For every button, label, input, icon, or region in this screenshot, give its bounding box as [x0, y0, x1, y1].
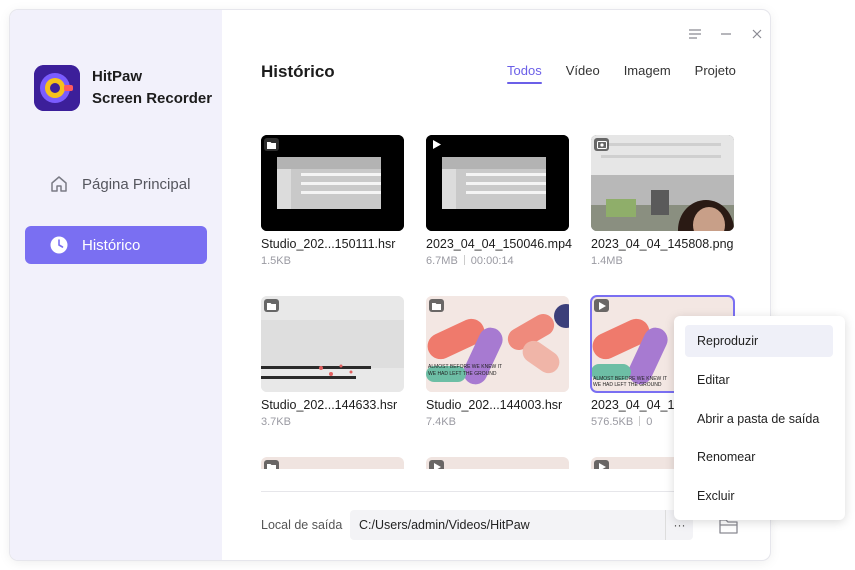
office-photo-image: [591, 135, 734, 231]
sidebar-item-label: Página Principal: [82, 175, 191, 193]
file-name: Studio_202...144633.hsr: [261, 398, 398, 412]
file-size: 3.7KB: [261, 416, 291, 428]
file-size: 1.4MB: [591, 255, 623, 267]
thumb-caption-line1: ALMOST BEFORE WE KNEW IT: [428, 364, 502, 370]
file-size: 576.5KB: [591, 416, 634, 428]
file-meta: 1.5KB: [261, 255, 404, 267]
sidebar-item-label: Histórico: [82, 236, 141, 254]
file-card[interactable]: ALMOST BEFORE WE KNEW IT WE HAD LEFT THE…: [426, 296, 569, 428]
divider: [261, 491, 731, 492]
file-thumbnail[interactable]: [426, 457, 569, 469]
output-path-field[interactable]: C:/Users/admin/Videos/HitPaw: [350, 510, 665, 540]
file-meta: 3.7KB: [261, 416, 404, 428]
file-thumbnail[interactable]: [591, 135, 734, 231]
file-duration: 00:00:14: [470, 255, 514, 267]
play-icon: [429, 138, 444, 151]
play-icon: [429, 460, 444, 469]
file-card[interactable]: 2023_04_04_145808.png 1.4MB: [591, 135, 734, 267]
file-card[interactable]: Studio_202...150111.hsr 1.5KB: [261, 135, 404, 267]
tab-project[interactable]: Projeto: [695, 63, 736, 84]
folder-icon: [264, 299, 279, 312]
screen-capture-image: [261, 135, 404, 231]
folder-icon: [429, 299, 444, 312]
file-size: 1.5KB: [261, 255, 291, 267]
play-icon: [594, 460, 609, 469]
image-icon: [594, 138, 609, 151]
play-icon: [594, 299, 609, 312]
file-card[interactable]: [426, 457, 569, 469]
menu-item-play[interactable]: Reproduzir: [685, 325, 833, 357]
screen-capture-image: [426, 135, 569, 231]
pill-animation-image: ALMOST BEFORE WE KNEW IT WE HAD LEFT THE…: [426, 296, 569, 392]
thumb-caption-line2: WE HAD LEFT THE GROUND: [428, 371, 497, 377]
file-name: Studio_202...144003.hsr: [426, 398, 563, 412]
file-thumbnail[interactable]: [261, 135, 404, 231]
thumb-caption-line2: WE HAD LEFT THE GROUND: [593, 382, 662, 388]
file-thumbnail[interactable]: [426, 135, 569, 231]
file-duration: 0: [646, 416, 653, 428]
brand-line2: Screen Recorder: [92, 90, 213, 107]
file-size: 6.7MB: [426, 255, 458, 267]
file-meta: 7.4KB: [426, 416, 569, 428]
filter-tabs: Todos Vídeo Imagem Projeto: [507, 63, 760, 84]
sidebar: HitPaw Screen Recorder Página Principal …: [10, 10, 222, 560]
home-icon: [49, 174, 69, 194]
app-window: HitPaw Screen Recorder Página Principal …: [10, 10, 770, 560]
folder-icon: [264, 138, 279, 151]
file-thumbnail[interactable]: [261, 296, 404, 392]
file-thumbnail[interactable]: ALMOST BEFORE WE KNEW IT WE HAD LEFT THE…: [426, 296, 569, 392]
file-meta: 1.4MB: [591, 255, 734, 267]
file-thumbnail[interactable]: [261, 457, 404, 469]
project-preview-image: [261, 296, 404, 392]
file-size: 7.4KB: [426, 416, 456, 428]
file-card[interactable]: 2023_04_04_150046.mp4 6.7MB 00:00:14: [426, 135, 572, 267]
tab-image[interactable]: Imagem: [624, 63, 671, 84]
hitpaw-logo-icon: [34, 65, 80, 111]
menu-item-edit[interactable]: Editar: [685, 364, 833, 396]
folder-icon: [264, 460, 279, 469]
menu-item-rename[interactable]: Renomear: [685, 441, 833, 473]
file-card[interactable]: [261, 457, 404, 469]
menu-item-open-folder[interactable]: Abrir a pasta de saída: [685, 403, 833, 435]
context-menu: Reproduzir Editar Abrir a pasta de saída…: [674, 316, 845, 520]
menu-icon[interactable]: [687, 26, 703, 42]
file-meta: 6.7MB 00:00:14: [426, 255, 569, 267]
file-card[interactable]: Studio_202...144633.hsr 3.7KB: [261, 296, 404, 428]
sidebar-item-home[interactable]: Página Principal: [25, 165, 207, 203]
minimize-icon[interactable]: [718, 26, 734, 42]
file-name: 2023_04_04_150046.mp4: [426, 237, 572, 251]
file-name: 2023_04_04_145808.png: [591, 237, 734, 251]
clock-icon: [49, 235, 69, 255]
menu-item-delete[interactable]: Excluir: [685, 480, 833, 512]
app-brand: HitPaw Screen Recorder: [92, 66, 212, 110]
page-title: Histórico: [261, 62, 335, 81]
brand-line1: HitPaw: [92, 68, 143, 85]
file-name: Studio_202...150111.hsr: [261, 237, 396, 251]
tab-all[interactable]: Todos: [507, 63, 542, 84]
tab-video[interactable]: Vídeo: [566, 63, 600, 84]
sidebar-item-history[interactable]: Histórico: [25, 226, 207, 264]
close-icon[interactable]: [749, 26, 765, 42]
output-location-label: Local de saída: [261, 518, 343, 532]
